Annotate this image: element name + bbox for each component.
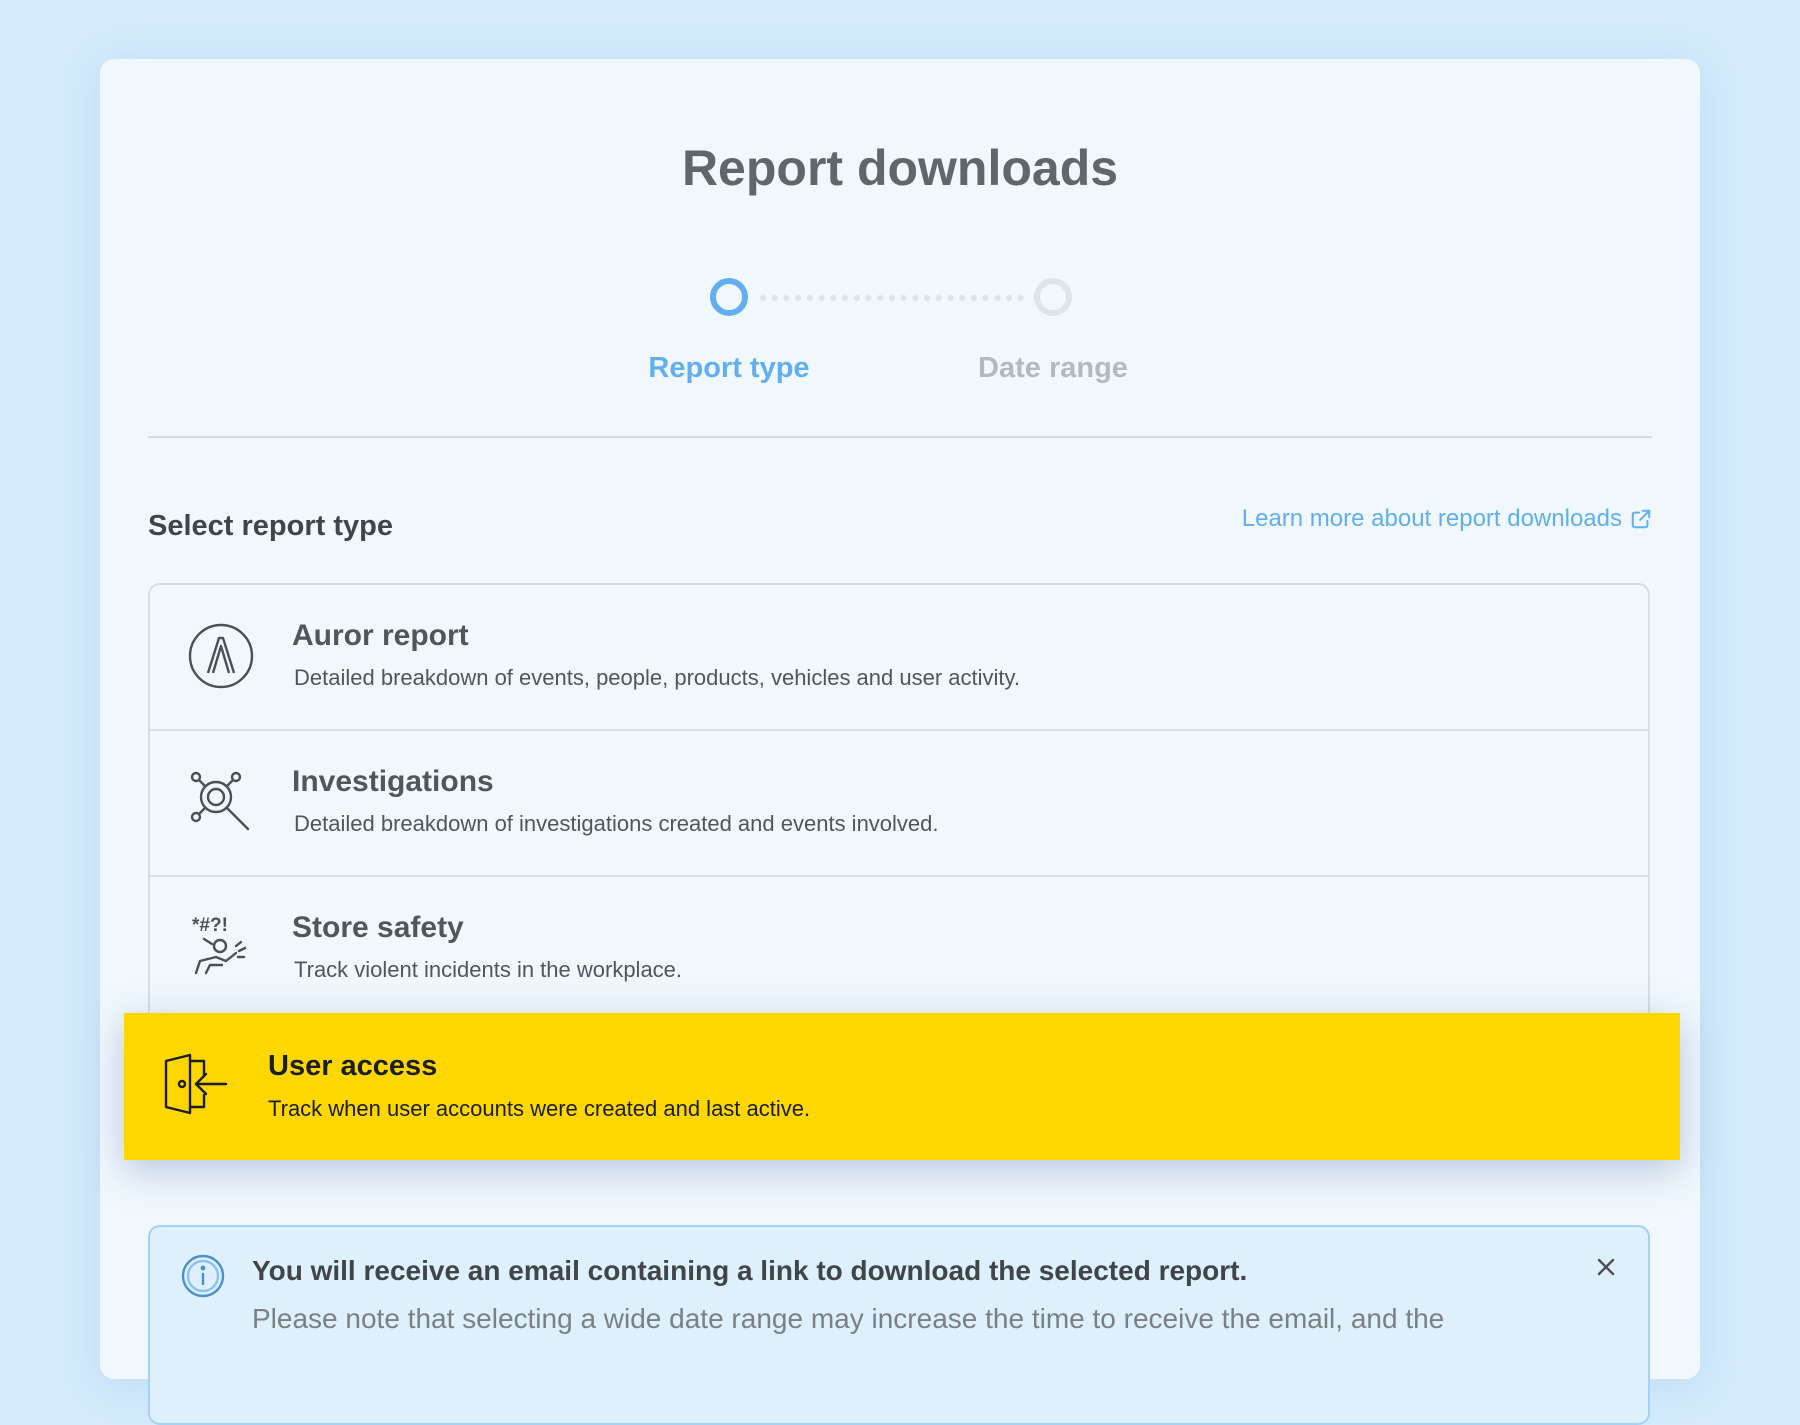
report-option-description: Track when user accounts were created an…	[268, 1096, 811, 1121]
step-label-report-type[interactable]: Report type	[599, 352, 859, 385]
report-option-description: Track violent incidents in the workplace…	[294, 957, 683, 982]
report-downloads-card: Report downloads Report type Date range …	[100, 59, 1700, 1425]
info-icon	[181, 1254, 225, 1298]
report-option-auror[interactable]: Auror report Detailed breakdown of event…	[150, 585, 1648, 731]
step-label-date-range[interactable]: Date range	[923, 352, 1183, 385]
step-indicator-report-type[interactable]	[710, 278, 748, 316]
step-indicator-date-range[interactable]	[1034, 278, 1072, 316]
section-title: Select report type	[148, 510, 393, 542]
page-title: Report downloads	[681, 140, 1119, 196]
auror-logo-icon	[188, 623, 254, 689]
notice-headline: You will receive an email containing a l…	[252, 1255, 1248, 1286]
report-option-description: Detailed breakdown of events, people, pr…	[294, 665, 1020, 690]
report-option-description: Detailed breakdown of investigations cre…	[294, 811, 939, 836]
close-icon[interactable]	[1592, 1253, 1620, 1281]
external-link-icon	[1631, 509, 1651, 529]
report-option-investigations[interactable]: Investigations Detailed breakdown of inv…	[150, 731, 1648, 877]
report-option-user-access[interactable]: User access Track when user accounts wer…	[124, 1013, 1680, 1160]
report-option-name: Auror report	[292, 619, 469, 652]
door-enter-icon	[164, 1053, 228, 1115]
report-option-name: Investigations	[292, 765, 494, 798]
report-option-store-safety[interactable]: *#?! Store safety Track violent incident…	[150, 877, 1648, 1023]
notice-body: Please note that selecting a wide date r…	[252, 1303, 1445, 1334]
report-option-name: User access	[268, 1050, 438, 1082]
info-notice: You will receive an email containing a l…	[148, 1225, 1650, 1425]
svg-text:*#?!: *#?!	[192, 915, 228, 936]
stepper-connector	[760, 295, 1024, 301]
investigation-icon	[190, 771, 250, 831]
learn-more-link[interactable]: Learn more about report downloads	[1242, 505, 1652, 533]
store-safety-icon: *#?!	[192, 915, 247, 975]
divider	[148, 436, 1652, 438]
learn-more-label: Learn more about report downloads	[1241, 505, 1622, 532]
report-option-name: Store safety	[292, 911, 464, 944]
report-type-list: Auror report Detailed breakdown of event…	[148, 583, 1650, 1023]
